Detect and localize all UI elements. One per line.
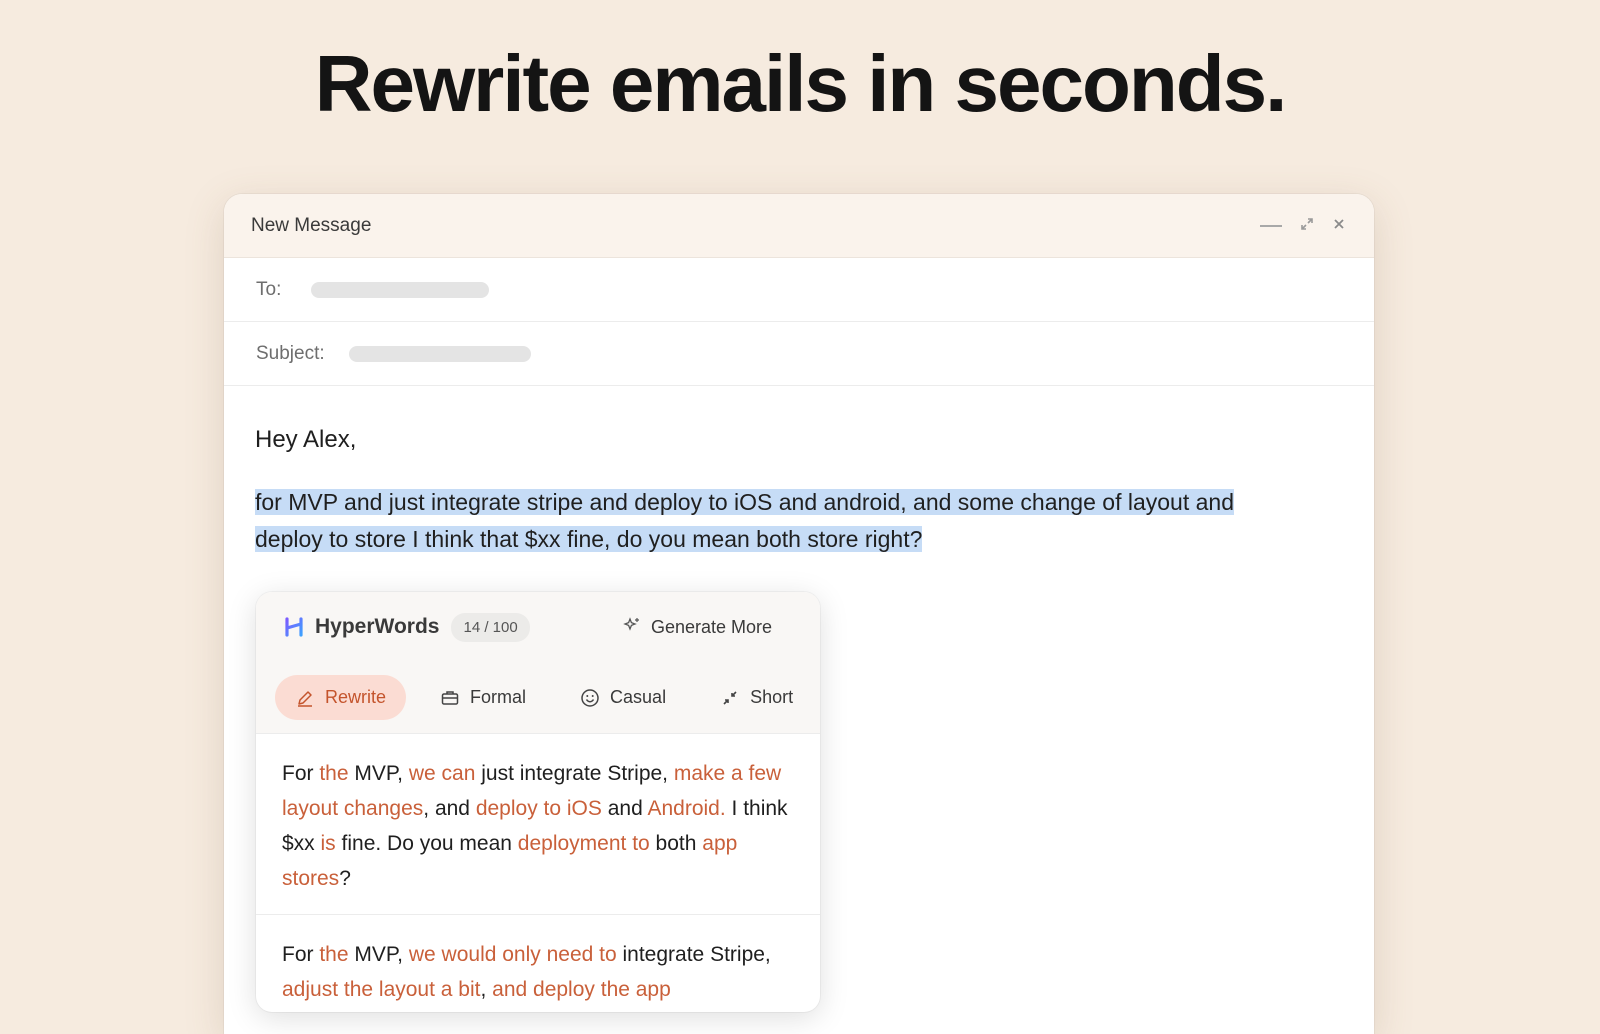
unchanged-text-segment: just integrate Stripe, — [475, 762, 674, 785]
smiley-icon — [580, 688, 600, 708]
selected-line-1: for MVP and just integrate stripe and de… — [255, 489, 1234, 515]
hyperwords-logo-icon — [283, 616, 305, 638]
tab-short[interactable]: Short — [700, 675, 813, 720]
subject-field[interactable]: Subject: — [224, 322, 1374, 386]
generate-more-button[interactable]: Generate More — [623, 616, 772, 639]
hyperwords-popup: HyperWords 14 / 100 Generate More Rewrit… — [256, 592, 820, 1012]
generate-more-label: Generate More — [650, 616, 772, 637]
page-headline: Rewrite emails in seconds. — [314, 39, 1288, 128]
changed-text-segment: deploy to iOS — [475, 797, 602, 820]
to-placeholder-bar — [311, 281, 490, 298]
tab-rewrite-label: Rewrite — [325, 687, 387, 707]
expand-icon[interactable] — [1300, 217, 1314, 235]
window-title: New Message — [251, 214, 372, 236]
unchanged-text-segment: both — [649, 832, 703, 855]
close-icon[interactable] — [1332, 217, 1346, 235]
tab-formal-label: Formal — [470, 687, 527, 707]
tab-short-label: Short — [750, 687, 794, 707]
usage-counter: 14 / 100 — [451, 612, 530, 642]
unchanged-text-segment: MVP, — [348, 762, 409, 785]
shrink-icon — [720, 688, 740, 708]
subject-placeholder-bar — [348, 345, 531, 362]
changed-text-segment: adjust the layout a bit — [282, 978, 481, 1001]
unchanged-text-segment: For — [282, 943, 320, 966]
tab-casual-label: Casual — [610, 687, 667, 707]
changed-text-segment: Android. — [647, 797, 726, 820]
suggestion-card[interactable]: For the MVP, we would only need to integ… — [256, 915, 820, 1012]
selected-text[interactable]: for MVP and just integrate stripe and de… — [255, 484, 1335, 558]
unchanged-text-segment: , — [480, 978, 493, 1001]
compose-titlebar: New Message — [224, 194, 1374, 258]
sparkle-icon — [623, 616, 641, 639]
pencil-icon — [295, 688, 315, 708]
tone-tabs: Rewrite Formal Casual Short — [256, 662, 820, 734]
suggestion-list: For the MVP, we can just integrate Strip… — [256, 734, 820, 1012]
brand-name: HyperWords — [315, 615, 440, 638]
unchanged-text-segment: For — [282, 762, 320, 785]
changed-text-segment: deployment to — [517, 832, 650, 855]
changed-text-segment: we would only need to — [408, 943, 617, 966]
unchanged-text-segment: ? — [339, 867, 351, 890]
to-label: To: — [256, 278, 282, 300]
changed-text-segment: and deploy the app — [492, 978, 671, 1001]
unchanged-text-segment: integrate Stripe, — [616, 943, 771, 966]
subject-label: Subject: — [256, 342, 325, 364]
selected-line-2: deploy to store I think that $xx fine, d… — [255, 526, 923, 552]
changed-text-segment: is — [320, 832, 336, 855]
to-field[interactable]: To: — [224, 258, 1374, 322]
briefcase-icon — [440, 688, 460, 708]
popup-header: HyperWords 14 / 100 Generate More — [256, 592, 820, 662]
tab-rewrite[interactable]: Rewrite — [275, 675, 407, 720]
unchanged-text-segment: MVP, — [348, 943, 409, 966]
unchanged-text-segment: and — [601, 797, 648, 820]
unchanged-text-segment: fine. Do you mean — [335, 832, 518, 855]
tab-casual[interactable]: Casual — [560, 675, 686, 720]
greeting-text: Hey Alex, — [255, 426, 357, 453]
changed-text-segment: the — [319, 943, 349, 966]
changed-text-segment: we can — [408, 762, 476, 785]
unchanged-text-segment: , and — [423, 797, 476, 820]
window-controls — [1260, 217, 1346, 235]
message-body[interactable]: Hey Alex, for MVP and just integrate str… — [224, 386, 1374, 558]
changed-text-segment: the — [319, 762, 349, 785]
tab-formal[interactable]: Formal — [420, 675, 546, 720]
suggestion-card[interactable]: For the MVP, we can just integrate Strip… — [256, 734, 820, 915]
minimize-icon[interactable] — [1260, 224, 1282, 227]
